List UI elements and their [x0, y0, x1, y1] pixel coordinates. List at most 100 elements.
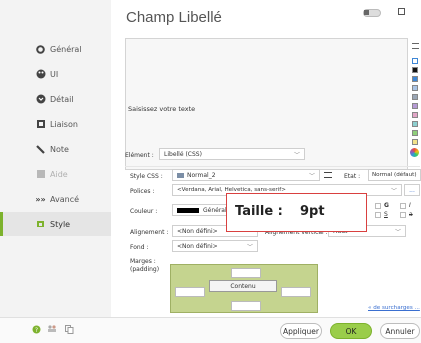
underline-label: S: [384, 211, 388, 218]
color-select[interactable]: Général (: [172, 204, 234, 216]
italic-label: I: [409, 202, 411, 209]
chevron-down-icon: ﹀: [293, 152, 300, 159]
sidebar-item-avance[interactable]: »» Avancé: [0, 187, 111, 211]
font-label: Polices :: [130, 188, 155, 195]
style-icon: [177, 173, 184, 178]
page-title: Champ Libellé: [126, 9, 222, 26]
sidebar-item-label: Avancé: [50, 194, 80, 204]
state-select[interactable]: Normal (défaut): [368, 169, 421, 181]
padding-label: (padding): [130, 266, 160, 273]
background-select[interactable]: <Non défini> ﹀: [172, 240, 258, 252]
sidebar-item-label: Note: [50, 144, 69, 154]
brush-icon: [35, 219, 46, 230]
style-css-select[interactable]: Normal_2 ﹀: [172, 169, 320, 181]
swatch-lightblue[interactable]: [412, 85, 418, 91]
cancel-button[interactable]: Annuler: [380, 323, 420, 339]
state-label: Etat :: [344, 173, 361, 180]
circle-icon: [35, 44, 46, 55]
align-justify-icon[interactable]: [412, 43, 419, 49]
swatch-teal[interactable]: [412, 121, 418, 127]
checkbox-italic[interactable]: [400, 203, 406, 209]
palette-wheel-icon[interactable]: [410, 148, 419, 157]
list-icon[interactable]: [324, 172, 332, 178]
chevron-down-icon: ﹀: [394, 229, 401, 236]
help-circle-icon[interactable]: ?: [30, 323, 42, 335]
chevron-circle-icon: [35, 94, 46, 105]
alignment-value: <Non défini>: [177, 227, 218, 235]
padding-top-input[interactable]: [231, 268, 261, 278]
overrides-link[interactable]: « de surcharges ...: [368, 305, 420, 311]
chevron-down-icon: ﹀: [390, 188, 397, 195]
swatch-blue[interactable]: [412, 76, 418, 82]
divider: [125, 166, 420, 167]
background-label: Fond :: [130, 244, 149, 251]
chevron-down-icon: ﹀: [246, 244, 253, 251]
padding-right-input[interactable]: [281, 287, 311, 297]
padding-editor: Contenu: [170, 264, 318, 313]
swatch-green[interactable]: [412, 130, 418, 136]
sidebar-item-note[interactable]: Note: [0, 137, 111, 161]
tooltip-label: Taille :: [235, 204, 283, 219]
alignment-label: Alignement :: [130, 229, 169, 236]
sidebar-item-label: Style: [50, 219, 71, 229]
element-select[interactable]: Libellé (CSS) ﹀: [159, 148, 305, 160]
palette-icon: [35, 69, 46, 80]
double-chevron-icon: »»: [35, 194, 46, 204]
sidebar: Général UI Détail Liaison Note Aide »» A…: [0, 0, 111, 343]
sidebar-item-general[interactable]: Général: [0, 37, 111, 61]
content-label: Contenu: [230, 282, 256, 290]
cancel-label: Annuler: [385, 326, 415, 336]
checkbox-strike[interactable]: [400, 212, 406, 218]
sidebar-item-label: Détail: [50, 94, 74, 104]
sidebar-item-detail[interactable]: Détail: [0, 87, 111, 111]
sidebar-item-label: Aide: [50, 169, 68, 179]
ok-button[interactable]: OK: [330, 323, 372, 339]
content-box: Contenu: [209, 280, 277, 292]
swatch-purple[interactable]: [412, 103, 418, 109]
chevron-down-icon: ﹀: [308, 173, 315, 180]
bold-label: G: [384, 202, 389, 209]
copy-icon[interactable]: [63, 323, 75, 335]
checkbox-underline[interactable]: [375, 212, 381, 218]
apply-button[interactable]: Appliquer: [280, 323, 322, 339]
more-label: ...: [409, 186, 415, 194]
maximize-icon[interactable]: [398, 8, 405, 15]
element-select-value: Libellé (CSS): [164, 150, 202, 158]
style-css-label: Style CSS :: [130, 173, 163, 180]
pencil-icon: [35, 144, 46, 155]
tooltip-value: 9pt: [300, 204, 325, 219]
swatch-pink[interactable]: [412, 112, 418, 118]
text-editor-content: Saisissez votre texte: [128, 105, 196, 113]
sidebar-item-liaison[interactable]: Liaison: [0, 112, 111, 136]
state-value: Normal (défaut): [372, 172, 417, 178]
padding-left-input[interactable]: [175, 287, 205, 297]
dialog-window: Général UI Détail Liaison Note Aide »» A…: [0, 0, 421, 343]
element-label: Elément :: [125, 152, 154, 159]
padding-bottom-input[interactable]: [231, 301, 261, 311]
checkbox-bold[interactable]: [375, 203, 381, 209]
sidebar-item-label: UI: [50, 69, 59, 79]
margins-label: Marges :: [130, 258, 156, 265]
svg-text:?: ?: [34, 327, 37, 334]
lock-icon: [364, 10, 369, 15]
sidebar-item-label: Général: [50, 44, 82, 54]
help-icon: [35, 169, 46, 180]
sidebar-item-style[interactable]: Style: [0, 212, 111, 236]
people-icon[interactable]: [46, 323, 58, 335]
sidebar-item-ui[interactable]: UI: [0, 62, 111, 86]
swatch-white[interactable]: [412, 58, 418, 64]
strike-label: a: [409, 211, 413, 218]
style-css-value: Normal_2: [187, 171, 216, 179]
swatch-gray[interactable]: [412, 94, 418, 100]
background-value: <Non défini>: [177, 242, 218, 250]
color-preview: [177, 208, 199, 213]
sidebar-item-label: Liaison: [50, 119, 78, 129]
sidebar-item-aide[interactable]: Aide: [0, 162, 111, 186]
link-icon: [35, 119, 46, 130]
font-more-button[interactable]: ...: [404, 184, 420, 196]
apply-label: Appliquer: [282, 326, 320, 336]
swatch-black[interactable]: [412, 67, 418, 73]
color-label: Couleur :: [130, 208, 158, 215]
font-size-tooltip: Taille : 9pt: [226, 193, 367, 232]
swatch-yellow[interactable]: [412, 139, 418, 145]
